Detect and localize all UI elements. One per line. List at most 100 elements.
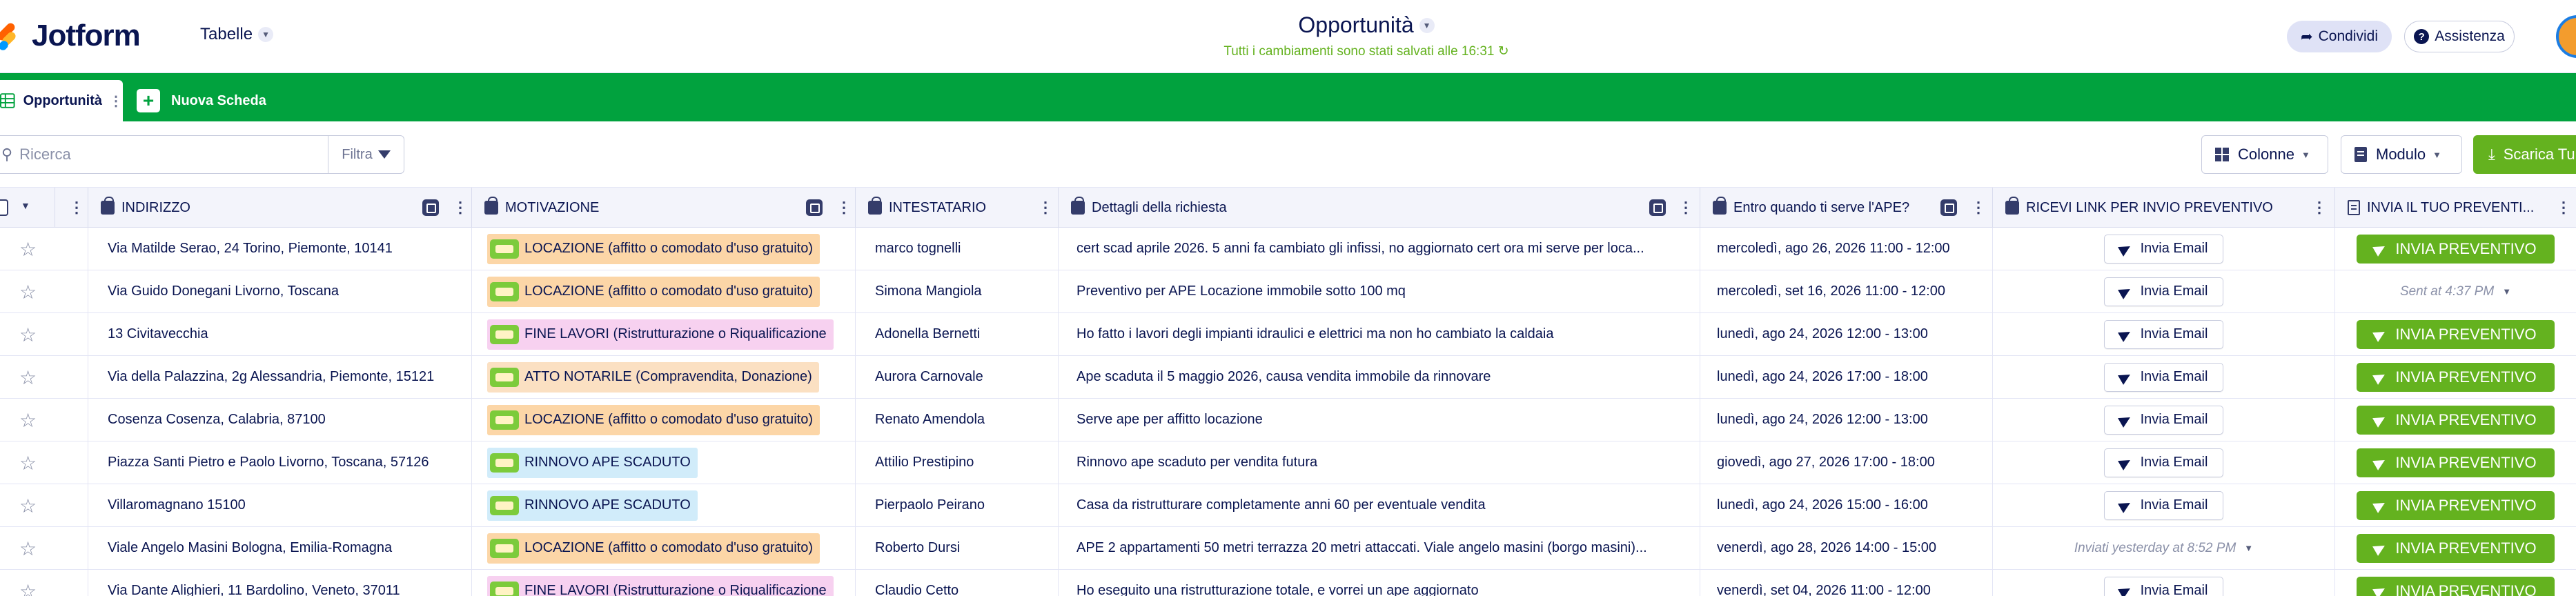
download-button[interactable]: ⤓ Scarica Tu — [2473, 135, 2576, 174]
indirizzo-cell[interactable]: Via Matilde Serao, 24 Torino, Piemonte, … — [88, 228, 472, 270]
help-button[interactable]: ? Assistenza — [2404, 21, 2515, 52]
share-button[interactable]: ➦ Condividi — [2287, 21, 2392, 52]
intestatario-cell[interactable]: Renato Amendola — [856, 399, 1059, 441]
kebab-menu-icon[interactable]: ⋮ — [2556, 200, 2571, 215]
kebab-menu-icon[interactable]: ⋮ — [1678, 200, 1693, 215]
table-row[interactable]: ☆ Cosenza Cosenza, Calabria, 87100 LOCAZ… — [0, 399, 2576, 441]
dettagli-cell[interactable]: Ho eseguito una ristrutturazione totale,… — [1059, 570, 1700, 596]
entro-cell[interactable]: mercoledì, set 16, 2026 11:00 - 12:00 — [1700, 270, 1993, 312]
tab-opportunita[interactable]: Opportunità ⋮ — [0, 80, 123, 121]
indirizzo-cell[interactable]: Via Dante Alighieri, 11 Bardolino, Venet… — [88, 570, 472, 596]
send-email-button[interactable]: Invia Email — [2103, 405, 2224, 435]
chevron-down-icon[interactable]: ▼ — [21, 200, 30, 211]
entro-cell[interactable]: giovedì, ago 27, 2026 17:00 - 18:00 — [1700, 441, 1993, 484]
send-quote-button[interactable]: INVIA PREVENTIVO — [2357, 576, 2555, 596]
motivazione-cell[interactable]: ATTO NOTARILE (Compravendita, Donazione) — [472, 356, 856, 398]
intestatario-cell[interactable]: marco tognelli — [856, 228, 1059, 270]
kebab-menu-icon[interactable]: ⋮ — [2312, 200, 2327, 215]
indirizzo-cell[interactable]: Piazza Santi Pietro e Paolo Livorno, Tos… — [88, 441, 472, 484]
entro-cell[interactable]: lunedì, ago 24, 2026 17:00 - 18:00 — [1700, 356, 1993, 398]
dettagli-cell[interactable]: Ho fatto i lavori degli impianti idrauli… — [1059, 313, 1700, 355]
send-email-button[interactable]: Invia Email — [2103, 362, 2224, 392]
indirizzo-cell[interactable]: Via della Palazzina, 2g Alessandria, Pie… — [88, 356, 472, 398]
column-header-invia[interactable]: INVIA IL TUO PREVENTI... ⋮ — [2335, 188, 2576, 228]
jotform-logo[interactable]: Jotform — [0, 15, 141, 57]
table-row[interactable]: ☆ 13 Civitavecchia FINE LAVORI (Ristrutt… — [0, 313, 2576, 356]
star-icon[interactable]: ☆ — [19, 539, 37, 559]
column-header-dettagli[interactable]: Dettagli della richiesta ⋮ — [1059, 188, 1700, 228]
send-email-button[interactable]: Invia Email — [2103, 277, 2224, 306]
page-title[interactable]: Opportunità ▼ — [1298, 12, 1435, 38]
table-row[interactable]: ☆ Viale Angelo Masini Bologna, Emilia-Ro… — [0, 527, 2576, 570]
avatar[interactable] — [2556, 15, 2576, 58]
tables-dropdown[interactable]: Tabelle ▼ — [200, 25, 274, 44]
star-icon[interactable]: ☆ — [19, 411, 37, 430]
dettagli-cell[interactable]: Casa da ristrutturare completamente anni… — [1059, 484, 1700, 526]
send-quote-button[interactable]: INVIA PREVENTIVO — [2357, 533, 2555, 563]
star-icon[interactable]: ☆ — [19, 497, 37, 516]
dettagli-cell[interactable]: Serve ape per affitto locazione — [1059, 399, 1700, 441]
send-email-button[interactable]: Invia Email — [2103, 234, 2224, 264]
star-icon[interactable]: ☆ — [19, 582, 37, 596]
star-icon[interactable]: ☆ — [19, 283, 37, 302]
select-all-checkbox[interactable] — [0, 199, 8, 216]
column-header-indirizzo[interactable]: INDIRIZZO ⋮ — [88, 188, 472, 228]
column-header-motivazione[interactable]: MOTIVAZIONE ⋮ — [472, 188, 856, 228]
entro-cell[interactable]: venerdì, set 04, 2026 11:00 - 12:00 — [1700, 570, 1993, 596]
send-email-button[interactable]: Invia Email — [2103, 576, 2224, 596]
send-quote-button[interactable]: INVIA PREVENTIVO — [2357, 234, 2555, 264]
motivazione-cell[interactable]: FINE LAVORI (Ristrutturazione o Riqualif… — [472, 570, 856, 596]
indirizzo-cell[interactable]: Via Guido Donegani Livorno, Toscana — [88, 270, 472, 312]
indirizzo-cell[interactable]: 13 Civitavecchia — [88, 313, 472, 355]
intestatario-cell[interactable]: Roberto Dursi — [856, 527, 1059, 569]
intestatario-cell[interactable]: Pierpaolo Peirano — [856, 484, 1059, 526]
kebab-menu-icon[interactable]: ⋮ — [69, 200, 84, 215]
intestatario-cell[interactable]: Simona Mangiola — [856, 270, 1059, 312]
column-header-ricevi[interactable]: RICEVI LINK PER INVIO PREVENTIVO ⋮ — [1993, 188, 2335, 228]
motivazione-cell[interactable]: FINE LAVORI (Ristrutturazione o Riqualif… — [472, 313, 856, 355]
form-button[interactable]: Modulo ▼ — [2341, 135, 2462, 174]
kebab-menu-icon[interactable]: ⋮ — [1038, 200, 1053, 215]
dettagli-cell[interactable]: Preventivo per APE Locazione immobile so… — [1059, 270, 1700, 312]
star-icon[interactable]: ☆ — [19, 454, 37, 473]
dettagli-cell[interactable]: cert scad aprile 2026. 5 anni fa cambiat… — [1059, 228, 1700, 270]
intestatario-cell[interactable]: Attilio Prestipino — [856, 441, 1059, 484]
intestatario-cell[interactable]: Adonella Bernetti — [856, 313, 1059, 355]
dettagli-cell[interactable]: APE 2 appartamenti 50 metri terrazza 20 … — [1059, 527, 1700, 569]
new-tab-button[interactable]: + Nuova Scheda — [137, 86, 266, 116]
motivazione-cell[interactable]: RINNOVO APE SCADUTO — [472, 441, 856, 484]
edit-field-icon[interactable] — [1649, 199, 1666, 216]
table-row[interactable]: ☆ Villaromagnano 15100 RINNOVO APE SCADU… — [0, 484, 2576, 527]
kebab-menu-icon[interactable]: ⋮ — [453, 200, 468, 215]
send-quote-button[interactable]: INVIA PREVENTIVO — [2357, 448, 2555, 477]
quote-sent-status[interactable]: Sent at 4:37 PM ▼ — [2400, 284, 2511, 299]
entro-cell[interactable]: mercoledì, ago 26, 2026 11:00 - 12:00 — [1700, 228, 1993, 270]
send-email-button[interactable]: Invia Email — [2103, 490, 2224, 520]
indirizzo-cell[interactable]: Cosenza Cosenza, Calabria, 87100 — [88, 399, 472, 441]
send-email-button[interactable]: Invia Email — [2103, 448, 2224, 477]
star-icon[interactable]: ☆ — [19, 326, 37, 345]
table-row[interactable]: ☆ Piazza Santi Pietro e Paolo Livorno, T… — [0, 441, 2576, 484]
kebab-menu-icon[interactable]: ⋮ — [836, 200, 852, 215]
edit-field-icon[interactable] — [422, 199, 439, 216]
column-header-intestatario[interactable]: INTESTATARIO ⋮ — [856, 188, 1059, 228]
table-row[interactable]: ☆ Via Matilde Serao, 24 Torino, Piemonte… — [0, 228, 2576, 270]
kebab-menu-icon[interactable]: ⋮ — [1971, 200, 1986, 215]
entro-cell[interactable]: lunedì, ago 24, 2026 12:00 - 13:00 — [1700, 399, 1993, 441]
star-icon[interactable]: ☆ — [19, 368, 37, 388]
motivazione-cell[interactable]: LOCAZIONE (affitto o comodato d'uso grat… — [472, 270, 856, 312]
motivazione-cell[interactable]: LOCAZIONE (affitto o comodato d'uso grat… — [472, 399, 856, 441]
table-row[interactable]: ☆ Via Guido Donegani Livorno, Toscana LO… — [0, 270, 2576, 313]
search-input[interactable] — [19, 146, 328, 163]
send-quote-button[interactable]: INVIA PREVENTIVO — [2357, 490, 2555, 520]
indirizzo-cell[interactable]: Viale Angelo Masini Bologna, Emilia-Roma… — [88, 527, 472, 569]
send-quote-button[interactable]: INVIA PREVENTIVO — [2357, 362, 2555, 392]
star-icon[interactable]: ☆ — [19, 240, 37, 259]
intestatario-cell[interactable]: Claudio Cetto — [856, 570, 1059, 596]
filter-button[interactable]: Filtra — [328, 136, 404, 173]
send-email-button[interactable]: Invia Email — [2103, 319, 2224, 349]
entro-cell[interactable]: venerdì, ago 28, 2026 14:00 - 15:00 — [1700, 527, 1993, 569]
email-sent-status[interactable]: Inviati yesterday at 8:52 PM ▼ — [2074, 541, 2253, 556]
column-header-entro[interactable]: Entro quando ti serve l'APE? ⋮ — [1700, 188, 1993, 228]
dettagli-cell[interactable]: Rinnovo ape scaduto per vendita futura — [1059, 441, 1700, 484]
